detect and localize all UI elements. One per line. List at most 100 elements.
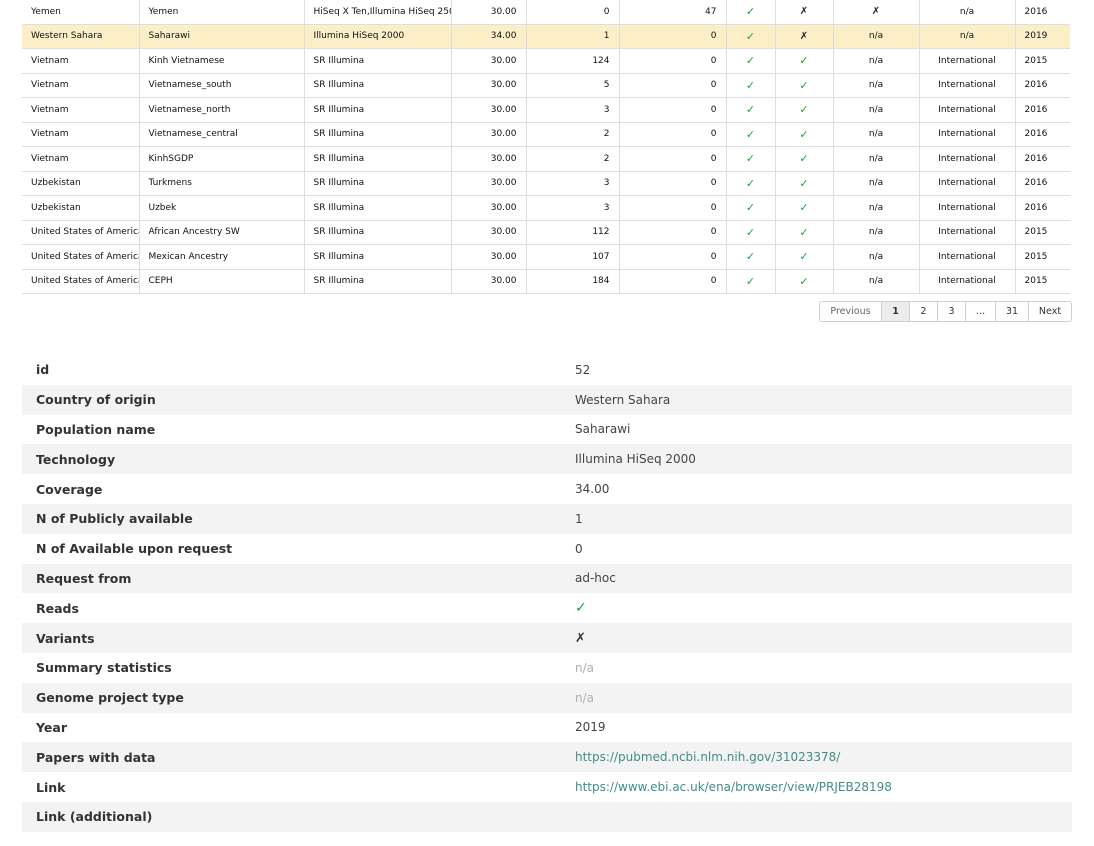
detail-value: 1 — [575, 511, 583, 526]
table-row[interactable]: Vietnam KinhSGDP SR Illumina 30.00 2 0 ✓ ✓ n/a In… — [22, 146, 1070, 172]
cell-coverage: 30.00 — [451, 122, 527, 147]
cell-technology: SR Illumina — [304, 171, 452, 196]
cell-country: Vietnam — [22, 48, 140, 74]
cell-coverage: 30.00 — [451, 269, 527, 294]
cell-variants: ✓ — [775, 97, 834, 123]
detail-row: Summary statistics n/a — [22, 653, 1072, 683]
detail-value: 52 — [575, 362, 591, 377]
check-icon: ✓ — [799, 274, 809, 288]
detail-value: n/a — [575, 690, 595, 705]
cell-coverage: 30.00 — [451, 220, 527, 245]
cell-coverage: 30.00 — [451, 0, 527, 25]
cell-technology: SR Illumina — [304, 220, 452, 245]
cell-coverage: 30.00 — [451, 146, 527, 172]
cell-summary: n/a — [833, 195, 920, 221]
table-row[interactable]: United States of America African Ancestry… — [22, 220, 1070, 245]
table-row[interactable]: Uzbekistan Uzbek SR Illumina 30.00 3 0 ✓ ✓ n/a In… — [22, 195, 1070, 221]
cell-project-type: International — [919, 146, 1016, 172]
cell-summary: n/a — [833, 73, 920, 98]
cell-country: United States of America — [22, 269, 140, 294]
check-icon: ✓ — [745, 176, 756, 190]
cell-summary: n/a — [833, 24, 920, 49]
check-icon: ✓ — [745, 152, 756, 166]
cell-summary: n/a — [833, 122, 920, 147]
cell-technology: HiSeq X Ten,Illumina HiSeq 2500 — [304, 0, 452, 25]
page-31-button[interactable]: 31 — [996, 302, 1029, 321]
cell-population: Mexican Ancestry — [139, 244, 305, 270]
previous-page-button[interactable]: Previous — [820, 302, 882, 321]
cell-population: Vietnamese_south — [139, 73, 305, 98]
check-icon: ✓ — [575, 600, 587, 617]
page-1-button[interactable]: 1 — [882, 302, 910, 321]
cell-population: KinhSGDP — [139, 146, 305, 172]
cell-project-type: International — [919, 122, 1016, 147]
cell-year: 2015 — [1015, 48, 1070, 74]
cell-population: CEPH — [139, 269, 305, 294]
cell-public: 3 — [526, 97, 620, 123]
detail-row: Variants ✗ — [22, 623, 1072, 653]
cell-technology: SR Illumina — [304, 97, 452, 123]
cell-variants: ✓ — [775, 195, 834, 221]
table-row[interactable]: United States of America Mexican Ancestry… — [22, 244, 1070, 270]
table-row[interactable]: Vietnam Vietnamese_south SR Illumina 30.00 5… — [22, 73, 1070, 98]
cell-variants: ✓ — [775, 269, 834, 294]
detail-row: Coverage 34.00 — [22, 474, 1072, 504]
cell-summary: ✗ — [833, 0, 920, 25]
detail-link[interactable]: https://pubmed.ncbi.nlm.nih.gov/31023378… — [575, 750, 840, 764]
cell-variants: ✓ — [775, 244, 834, 270]
record-detail-panel: id 52 Country of origin Western Sahara Popul… — [22, 355, 1072, 832]
cell-country: Uzbekistan — [22, 195, 140, 221]
table-row[interactable]: Vietnam Kinh Vietnamese SR Illumina 30.00 12… — [22, 48, 1070, 74]
detail-link[interactable]: https://www.ebi.ac.uk/ena/browser/view/P… — [575, 780, 892, 794]
cell-technology: SR Illumina — [304, 244, 452, 270]
detail-value: n/a — [575, 660, 595, 675]
page-2-button[interactable]: 2 — [910, 302, 938, 321]
cell-year: 2016 — [1015, 0, 1070, 25]
cell-project-type: International — [919, 171, 1016, 196]
cell-project-type: International — [919, 220, 1016, 245]
next-page-button[interactable]: Next — [1029, 302, 1071, 321]
cross-icon: ✗ — [871, 6, 881, 18]
detail-value: Saharawi — [575, 422, 631, 437]
cell-country: Vietnam — [22, 97, 140, 123]
detail-row: Country of origin Western Sahara — [22, 384, 1072, 415]
cell-reads: ✓ — [726, 24, 776, 49]
cell-population: African Ancestry SW — [139, 220, 305, 245]
cell-coverage: 30.00 — [451, 244, 527, 270]
table-row[interactable]: United States of America CEPH SR Illumina 3… — [22, 269, 1070, 294]
check-icon: ✓ — [799, 176, 809, 190]
page-3-button[interactable]: 3 — [938, 302, 966, 321]
detail-value: 34.00 — [575, 482, 610, 497]
cell-public: 2 — [526, 122, 620, 147]
cell-technology: SR Illumina — [304, 269, 452, 294]
detail-label: N of Publicly available — [36, 511, 193, 527]
cell-public: 3 — [526, 195, 620, 221]
check-icon: ✓ — [745, 127, 756, 141]
check-icon: ✓ — [799, 103, 809, 117]
cell-reads: ✓ — [726, 97, 776, 123]
cell-year: 2016 — [1015, 97, 1070, 123]
cell-coverage: 30.00 — [451, 171, 527, 196]
table-row[interactable]: Uzbekistan Turkmens SR Illumina 30.00 3 0 ✓ ✓ n/… — [22, 171, 1070, 196]
table-row[interactable]: Yemen Yemen HiSeq X Ten,Illumina HiSeq 250… — [22, 0, 1070, 25]
table-row[interactable]: Western Sahara Saharawi Illumina HiSeq 200… — [22, 24, 1070, 49]
cell-population: Turkmens — [139, 171, 305, 196]
table-row[interactable]: Vietnam Vietnamese_north SR Illumina 30.00 3… — [22, 97, 1070, 123]
check-icon: ✓ — [745, 201, 756, 215]
detail-label: Country of origin — [36, 392, 156, 408]
detail-label: Summary statistics — [36, 660, 172, 676]
detail-row: Link (additional) — [22, 801, 1072, 832]
table-row[interactable]: Vietnam Vietnamese_central SR Illumina 30.0… — [22, 122, 1070, 147]
cell-population: Kinh Vietnamese — [139, 48, 305, 74]
cell-country: Vietnam — [22, 122, 140, 147]
cell-country: Vietnam — [22, 73, 140, 98]
cell-country: Yemen — [22, 0, 140, 25]
cell-public: 124 — [526, 48, 620, 74]
check-icon: ✓ — [745, 274, 756, 288]
cell-reads: ✓ — [726, 122, 776, 147]
cell-country: Uzbekistan — [22, 171, 140, 196]
cell-summary: n/a — [833, 146, 920, 172]
cell-coverage: 30.00 — [451, 73, 527, 98]
cell-year: 2016 — [1015, 146, 1070, 172]
detail-label: Request from — [36, 570, 132, 586]
